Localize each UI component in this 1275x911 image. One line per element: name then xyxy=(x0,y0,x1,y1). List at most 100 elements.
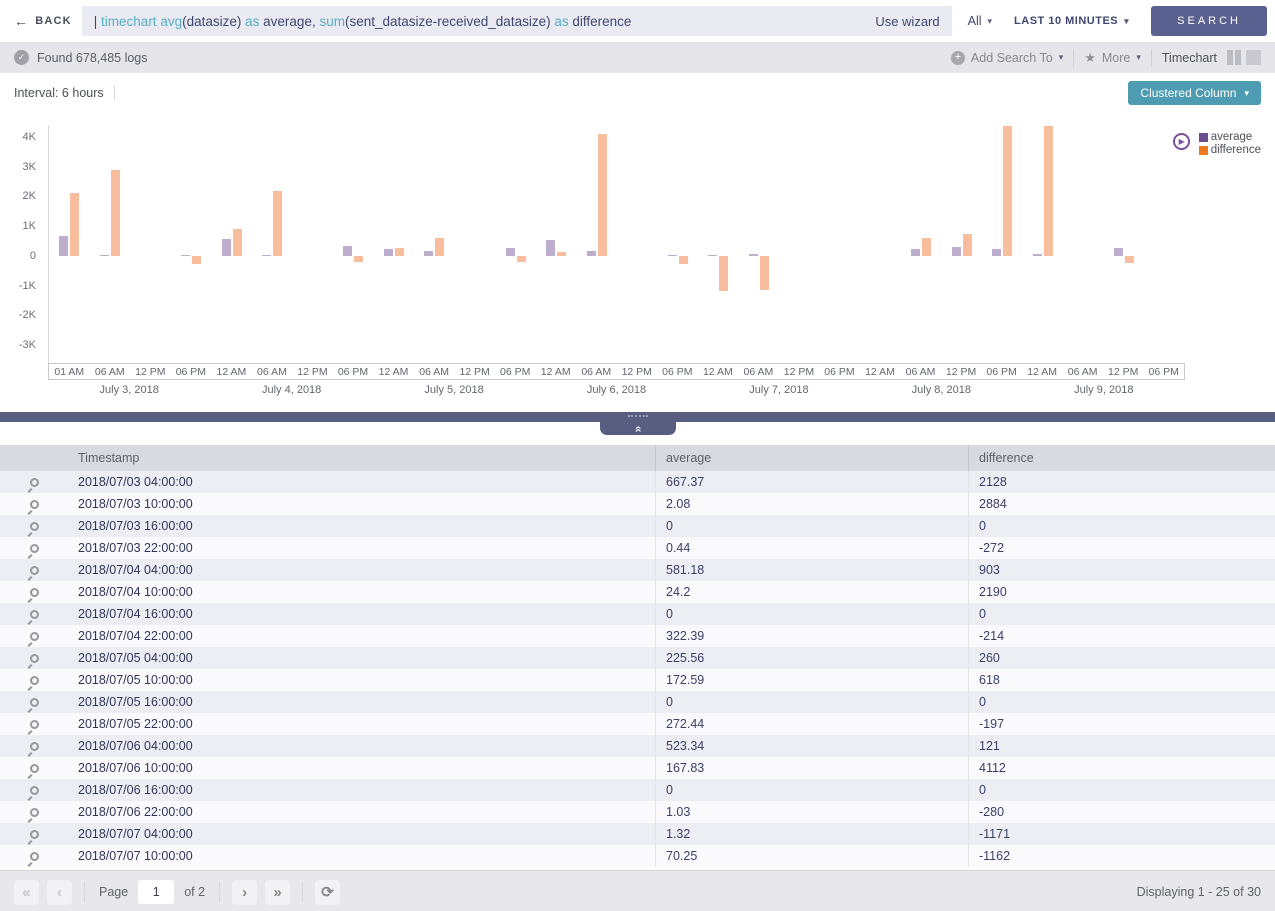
refresh-button[interactable]: ⟳ xyxy=(315,879,341,905)
difference-bar[interactable] xyxy=(1125,255,1135,263)
time-range-dropdown[interactable]: LAST 10 MINUTES ▾ xyxy=(1008,15,1135,27)
x-tick-label: 12 PM xyxy=(621,365,652,378)
page-input[interactable] xyxy=(138,880,175,904)
average-bar[interactable] xyxy=(992,249,1002,256)
average-bar[interactable] xyxy=(749,253,758,256)
difference-bar[interactable] xyxy=(70,192,80,256)
difference-bar[interactable] xyxy=(192,255,201,264)
average-bar[interactable] xyxy=(667,254,677,256)
magnifier-icon xyxy=(29,697,39,707)
add-search-to-button[interactable]: + Add Search To ▾ xyxy=(950,50,1063,65)
back-button[interactable]: ← BACK xyxy=(14,13,72,29)
table-row: 2018/07/07 10:00:00 70.25 -1162 xyxy=(0,845,1275,867)
difference-bar[interactable] xyxy=(394,248,404,256)
row-search-button[interactable] xyxy=(0,477,68,487)
average-bar[interactable] xyxy=(1114,248,1124,256)
legend-swatch-icon xyxy=(1198,145,1208,155)
average-bar[interactable] xyxy=(181,254,190,256)
timestamp-cell: 2018/07/06 16:00:00 xyxy=(78,783,193,797)
average-bar[interactable] xyxy=(505,247,515,256)
legend-item-difference[interactable]: difference xyxy=(1198,144,1261,156)
chart-legend: average difference xyxy=(1198,131,1261,156)
column-header-average[interactable]: average xyxy=(655,445,968,471)
use-wizard-link[interactable]: Use wizard xyxy=(875,14,939,29)
difference-cell: 0 xyxy=(968,779,1275,801)
average-bar[interactable] xyxy=(59,236,69,256)
average-bar[interactable] xyxy=(1033,254,1042,256)
x-tick-label: 06 PM xyxy=(499,365,531,378)
difference-bar[interactable] xyxy=(597,133,607,256)
row-search-button[interactable] xyxy=(0,829,68,839)
average-cell: 225.56 xyxy=(655,647,968,669)
row-search-button[interactable] xyxy=(0,719,68,729)
difference-bar[interactable] xyxy=(435,237,445,256)
row-search-button[interactable] xyxy=(0,741,68,751)
difference-bar[interactable] xyxy=(557,252,567,256)
last-page-button[interactable]: » xyxy=(265,879,291,905)
y-tick-label: 1K xyxy=(22,220,36,233)
average-bar[interactable] xyxy=(586,250,596,256)
average-bar[interactable] xyxy=(546,240,556,256)
average-bar[interactable] xyxy=(424,250,434,256)
row-search-button[interactable] xyxy=(0,543,68,553)
row-search-button[interactable] xyxy=(0,499,68,509)
chevron-down-icon: ▾ xyxy=(987,15,993,26)
average-bar[interactable] xyxy=(383,249,393,256)
x-axis-ticks: 01 AM 06 AM 12 PM 06 PM 12 AM 06 AM 12 PM 06 PM… xyxy=(48,363,1185,380)
average-cell: 1.03 xyxy=(655,801,968,823)
legend-item-average[interactable]: average xyxy=(1198,131,1261,143)
difference-bar[interactable] xyxy=(719,255,729,291)
row-search-button[interactable] xyxy=(0,807,68,817)
more-button[interactable]: ★ More ▾ xyxy=(1084,50,1141,66)
difference-bar[interactable] xyxy=(1003,126,1013,256)
difference-bar[interactable] xyxy=(760,255,769,291)
row-search-button[interactable] xyxy=(0,697,68,707)
difference-bar[interactable] xyxy=(1044,126,1053,256)
difference-bar[interactable] xyxy=(354,255,364,263)
row-search-button[interactable] xyxy=(0,609,68,619)
row-search-button[interactable] xyxy=(0,631,68,641)
average-bar[interactable] xyxy=(708,254,718,256)
search-query-input[interactable]: | timechart avg(datasize) as average, su… xyxy=(81,6,952,36)
difference-bar[interactable] xyxy=(110,170,120,256)
status-toolbar: ✓ Found 678,485 logs + Add Search To ▾ ★… xyxy=(0,42,1275,73)
scope-dropdown[interactable]: All ▾ xyxy=(962,14,998,28)
row-search-button[interactable] xyxy=(0,653,68,663)
search-button[interactable]: SEARCH xyxy=(1151,6,1267,36)
first-page-button[interactable]: « xyxy=(14,879,39,905)
chart-type-dropdown[interactable]: Clustered Column ▾ xyxy=(1128,81,1261,105)
average-bar[interactable] xyxy=(911,249,921,256)
row-search-button[interactable] xyxy=(0,565,68,575)
magnifier-icon xyxy=(29,719,39,729)
x-tick-label: 06 AM xyxy=(257,365,287,378)
average-bar[interactable] xyxy=(343,246,353,256)
average-bar[interactable] xyxy=(221,238,231,256)
scope-dropdown-value: All xyxy=(967,14,982,28)
difference-bar[interactable] xyxy=(273,190,283,256)
collapse-chart-button[interactable]: » xyxy=(599,422,676,435)
column-header-difference[interactable]: difference xyxy=(968,445,1275,471)
difference-bar[interactable] xyxy=(232,229,242,256)
average-bar[interactable] xyxy=(262,254,272,256)
column-header-timestamp[interactable]: Timestamp xyxy=(68,451,655,465)
difference-bar[interactable] xyxy=(962,233,972,256)
row-search-button[interactable] xyxy=(0,851,68,861)
prev-page-button[interactable]: ‹ xyxy=(47,879,72,905)
difference-bar[interactable] xyxy=(516,255,526,262)
row-search-button[interactable] xyxy=(0,521,68,531)
row-search-button[interactable] xyxy=(0,587,68,597)
panel-divider[interactable]: » xyxy=(0,412,1275,435)
next-page-button[interactable]: › xyxy=(232,879,258,905)
y-tick-label: -1K xyxy=(18,279,36,292)
play-button[interactable]: ▶ xyxy=(1172,133,1190,150)
difference-bar[interactable] xyxy=(678,255,688,265)
timestamp-cell: 2018/07/06 10:00:00 xyxy=(78,761,193,775)
difference-bar[interactable] xyxy=(922,238,932,256)
row-search-button[interactable] xyxy=(0,675,68,685)
row-search-button[interactable] xyxy=(0,763,68,773)
full-view-icon[interactable] xyxy=(1246,50,1261,65)
average-bar[interactable] xyxy=(99,254,109,256)
average-bar[interactable] xyxy=(951,246,961,256)
row-search-button[interactable] xyxy=(0,785,68,795)
split-view-icon[interactable] xyxy=(1227,50,1241,65)
